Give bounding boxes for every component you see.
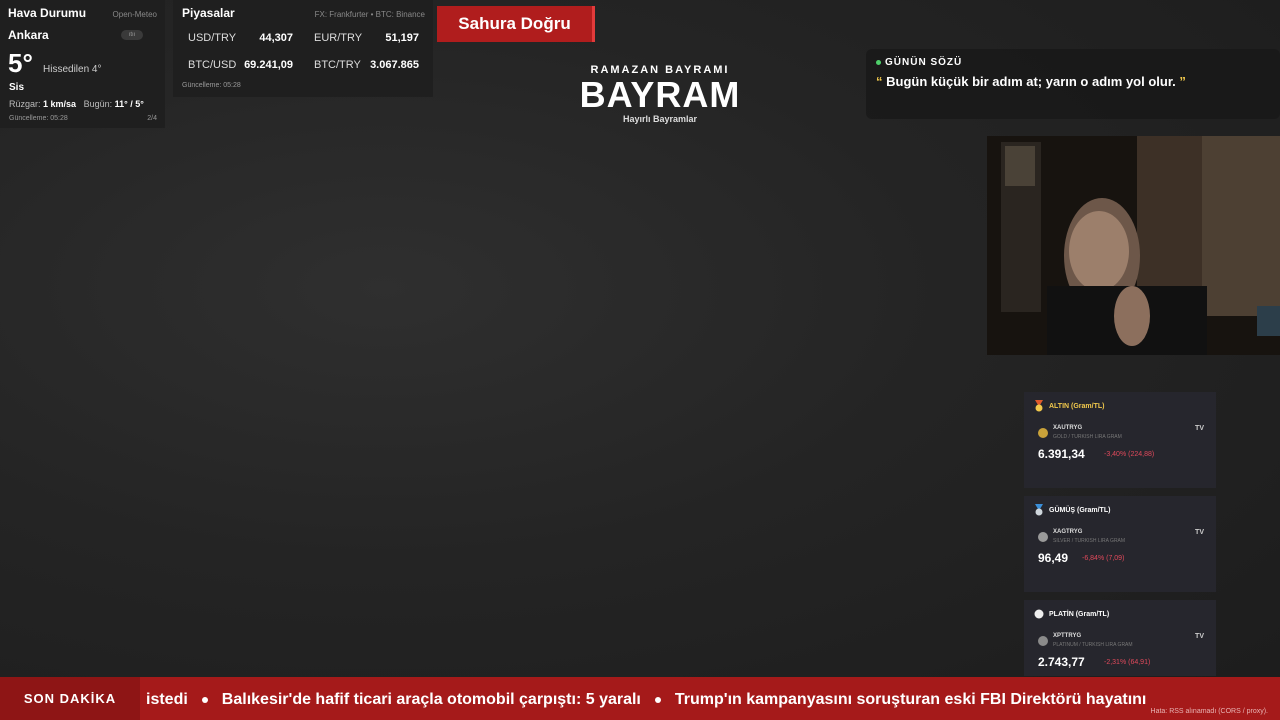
- gold-coin-icon: [1038, 428, 1048, 438]
- metal-change: -2,31% (64,91): [1104, 659, 1151, 666]
- metal-description: PLATINUM / TURKISH LIRA GRAM: [1053, 642, 1133, 648]
- ticker-news: istedi Balıkesir'de hafif ticari araçla o…: [146, 677, 1146, 720]
- today-value: 11° / 5°: [114, 99, 144, 109]
- market-item: BTC/TRY 3.067.865: [314, 59, 419, 71]
- markets-widget: Piyasalar FX: Frankfurter • BTC: Binance…: [173, 0, 433, 97]
- ticker-label: SON DAKİKA: [0, 677, 140, 720]
- quote-of-day: GÜNÜN SÖZÜ “ Bugün küçük bir adım at; ya…: [866, 49, 1280, 119]
- metal-price: 96,49: [1038, 551, 1069, 565]
- metal-title: PLATİN (Gram/TL): [1034, 608, 1206, 620]
- quote-text-line: “ Bugün küçük bir adım at; yarın o adım …: [876, 74, 1270, 89]
- metal-price: 6.391,34: [1038, 447, 1085, 461]
- market-item: USD/TRY 44,307: [188, 32, 293, 44]
- quote-heading-text: GÜNÜN SÖZÜ: [885, 57, 963, 68]
- metal-description: SILVER / TURKISH LIRA GRAM: [1053, 538, 1126, 544]
- webcam-image: [987, 136, 1280, 355]
- wind-value: 1 km/sa: [43, 99, 77, 109]
- ticker-item: istedi: [146, 691, 188, 708]
- bayram-title: BAYRAM: [579, 74, 741, 115]
- market-label: USD/TRY: [188, 32, 237, 44]
- bayram-title-block: RAMAZAN BAYRAMI BAYRAM Hayırlı Bayramlar: [560, 64, 760, 124]
- live-dot-icon: [876, 59, 881, 65]
- market-value: 51,197: [385, 32, 419, 44]
- weather-details: Rüzgar: 1 km/sa Bugün: 11° / 5°: [9, 99, 144, 109]
- metal-title-text: ALTIN (Gram/TL): [1049, 402, 1105, 410]
- metal-card-platinum[interactable]: PLATİN (Gram/TL) XPTTRYG PLATINUM / TURK…: [1024, 600, 1216, 676]
- weather-temperature: 5°: [8, 48, 33, 78]
- market-label: EUR/TRY: [314, 32, 363, 44]
- weather-feels-like: Hissedilen 4°: [43, 64, 102, 75]
- platinum-circle-icon: [1034, 609, 1044, 619]
- weather-updated: Güncelleme: 05:28: [9, 115, 68, 122]
- ticker-error: Hata: RSS alınamadı (CORS / proxy).: [1150, 708, 1268, 715]
- metal-title-text: GÜMÜŞ (Gram/TL): [1049, 506, 1111, 514]
- market-value: 3.067.865: [370, 59, 419, 71]
- ticker-item: Balıkesir'de hafif ticari araçla otomobi…: [221, 691, 641, 708]
- tradingview-logo-icon: TV: [1195, 529, 1204, 536]
- silver-coin-icon: [1038, 532, 1048, 542]
- metal-symbol: XAUTRYG: [1053, 425, 1083, 431]
- market-value: 44,307: [259, 32, 293, 44]
- tradingview-logo-icon: TV: [1195, 425, 1204, 432]
- market-item: EUR/TRY 51,197: [314, 32, 419, 44]
- market-label: BTC/TRY: [314, 59, 361, 71]
- silver-medal-icon: [1035, 504, 1043, 516]
- weather-badge: ıtıı: [121, 30, 143, 40]
- tradingview-logo-icon: TV: [1195, 633, 1204, 640]
- market-value: 69.241,09: [244, 59, 293, 71]
- markets-updated: Güncelleme: 05:28: [182, 82, 241, 89]
- webcam-feed: [987, 136, 1280, 355]
- ticker-item: Trump'ın kampanyasını soruşturan eski FB…: [674, 691, 1147, 708]
- metal-price: 2.743,77: [1038, 655, 1085, 669]
- weather-widget: Hava Durumu Open-Meteo Ankara ıtıı 5° Hi…: [0, 0, 165, 128]
- metal-card-gold[interactable]: ALTIN (Gram/TL) XAUTRYG GOLD / TURKISH L…: [1024, 392, 1216, 488]
- metal-title: ALTIN (Gram/TL): [1034, 400, 1206, 412]
- metal-title-text: PLATİN (Gram/TL): [1049, 610, 1110, 618]
- market-item: BTC/USD 69.241,09: [188, 59, 293, 71]
- market-label: BTC/USD: [188, 59, 237, 71]
- bullet-icon: [654, 696, 661, 703]
- bullet-icon: [201, 696, 208, 703]
- metal-description: GOLD / TURKISH LIRA GRAM: [1053, 434, 1122, 440]
- metal-symbol: XAGTRYG: [1053, 529, 1083, 535]
- metal-change: -6,84% (7,09): [1082, 555, 1125, 562]
- today-label: Bugün:: [83, 99, 113, 109]
- metal-title: GÜMÜŞ (Gram/TL): [1034, 504, 1206, 516]
- quote-heading: GÜNÜN SÖZÜ: [876, 57, 1270, 68]
- weather-page-indicator: 2/4: [147, 115, 157, 122]
- breaking-news-ticker: SON DAKİKA istedi Balıkesir'de hafif tica…: [0, 677, 1280, 720]
- open-quote-mark: “: [876, 74, 883, 89]
- markets-source: FX: Frankfurter • BTC: Binance: [314, 10, 425, 19]
- quote-text: Bugün küçük bir adım at; yarın o adım yo…: [886, 74, 1176, 89]
- gold-medal-icon: [1035, 400, 1043, 412]
- metal-card-silver[interactable]: GÜMÜŞ (Gram/TL) XAGTRYG SILVER / TURKISH…: [1024, 496, 1216, 592]
- metal-change: -3,40% (224,88): [1104, 451, 1155, 458]
- bayram-subtitle: Hayırlı Bayramlar: [622, 114, 698, 124]
- weather-condition: Sis: [9, 82, 25, 93]
- close-quote-mark: ”: [1179, 74, 1186, 89]
- sahur-countdown-banner: Sahura Doğru: [437, 6, 595, 42]
- wind-label: Rüzgar:: [9, 99, 41, 109]
- weather-source: Open-Meteo: [112, 10, 157, 19]
- metal-symbol: XPTTRYG: [1053, 633, 1082, 639]
- platinum-coin-icon: [1038, 636, 1048, 646]
